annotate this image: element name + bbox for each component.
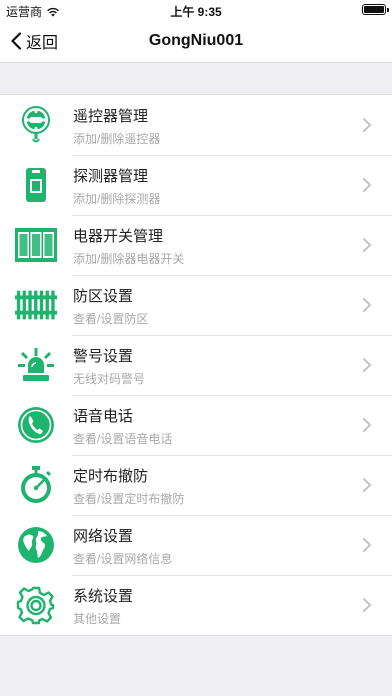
separator [72, 275, 392, 276]
menu-item-title: 语音电话 [73, 408, 134, 425]
menu-item-subtitle: 查看/设置定时布撤防 [73, 492, 185, 506]
chevron-right-icon [363, 598, 371, 612]
chevron-right-icon [363, 238, 371, 252]
chevron-right-icon [363, 178, 371, 192]
menu-item-title: 系统设置 [73, 588, 134, 605]
chevron-right-icon [363, 118, 371, 132]
menu-item-title: 警号设置 [73, 348, 134, 365]
menu-item-zone-settings[interactable]: 防区设置 查看/设置防区 [0, 275, 392, 335]
siren-icon [14, 345, 58, 385]
menu-item-voice-phone[interactable]: 语音电话 查看/设置语音电话 [0, 395, 392, 455]
switch-panel-icon [14, 225, 58, 265]
menu-item-title: 网络设置 [73, 528, 134, 545]
menu-item-title: 防区设置 [73, 288, 134, 305]
menu-item-subtitle: 添加/删除遥控器 [73, 132, 161, 146]
menu-item-subtitle: 查看/设置网络信息 [73, 552, 173, 566]
chevron-right-icon [363, 418, 371, 432]
gear-icon [14, 585, 58, 625]
separator [72, 575, 392, 576]
globe-icon [14, 525, 58, 565]
chevron-right-icon [363, 538, 371, 552]
chevron-right-icon [363, 478, 371, 492]
status-bar: 运营商 上午 9:35 [0, 0, 392, 20]
separator [72, 155, 392, 156]
status-time: 上午 9:35 [170, 5, 222, 19]
menu-item-siren-settings[interactable]: 警号设置 无线对码警号 [0, 335, 392, 395]
menu-item-detector-management[interactable]: 探测器管理 添加/删除探测器 [0, 155, 392, 215]
separator [72, 215, 392, 216]
menu-item-subtitle: 无线对码警号 [73, 372, 146, 386]
chevron-right-icon [363, 298, 371, 312]
phone-icon [14, 405, 58, 445]
menu-item-title: 电器开关管理 [73, 228, 164, 245]
menu-item-subtitle: 添加/删除探测器 [73, 192, 161, 206]
separator [72, 335, 392, 336]
menu-item-network-settings[interactable]: 网络设置 查看/设置网络信息 [0, 515, 392, 575]
chevron-right-icon [363, 358, 371, 372]
separator [72, 515, 392, 516]
menu-item-title: 定时布撤防 [73, 468, 149, 485]
separator [72, 395, 392, 396]
menu-item-remote-management[interactable]: 遥控器管理 添加/删除遥控器 [0, 95, 392, 155]
settings-menu-list: 遥控器管理 添加/删除遥控器 探测器管理 添加/删除探测器 电器开关管理 添加/… [0, 94, 392, 636]
menu-item-subtitle: 查看/设置语音电话 [73, 432, 173, 446]
menu-item-system-settings[interactable]: 系统设置 其他设置 [0, 575, 392, 635]
menu-item-timed-arming[interactable]: 定时布撤防 查看/设置定时布撤防 [0, 455, 392, 515]
menu-item-title: 探测器管理 [73, 168, 149, 185]
stopwatch-icon [14, 465, 58, 505]
menu-item-appliance-switch-management[interactable]: 电器开关管理 添加/删除器电器开关 [0, 215, 392, 275]
fence-icon [14, 285, 58, 325]
menu-item-title: 遥控器管理 [73, 108, 149, 125]
menu-item-subtitle: 查看/设置防区 [73, 312, 149, 326]
menu-item-subtitle: 其他设置 [73, 612, 122, 626]
remote-icon [14, 105, 58, 145]
separator [72, 455, 392, 456]
page-title: GongNiu001 [148, 32, 244, 49]
navigation-bar: 返回 GongNiu001 [0, 20, 392, 63]
detector-icon [14, 165, 58, 205]
battery-icon [362, 4, 389, 15]
menu-item-subtitle: 添加/删除器电器开关 [73, 252, 185, 266]
